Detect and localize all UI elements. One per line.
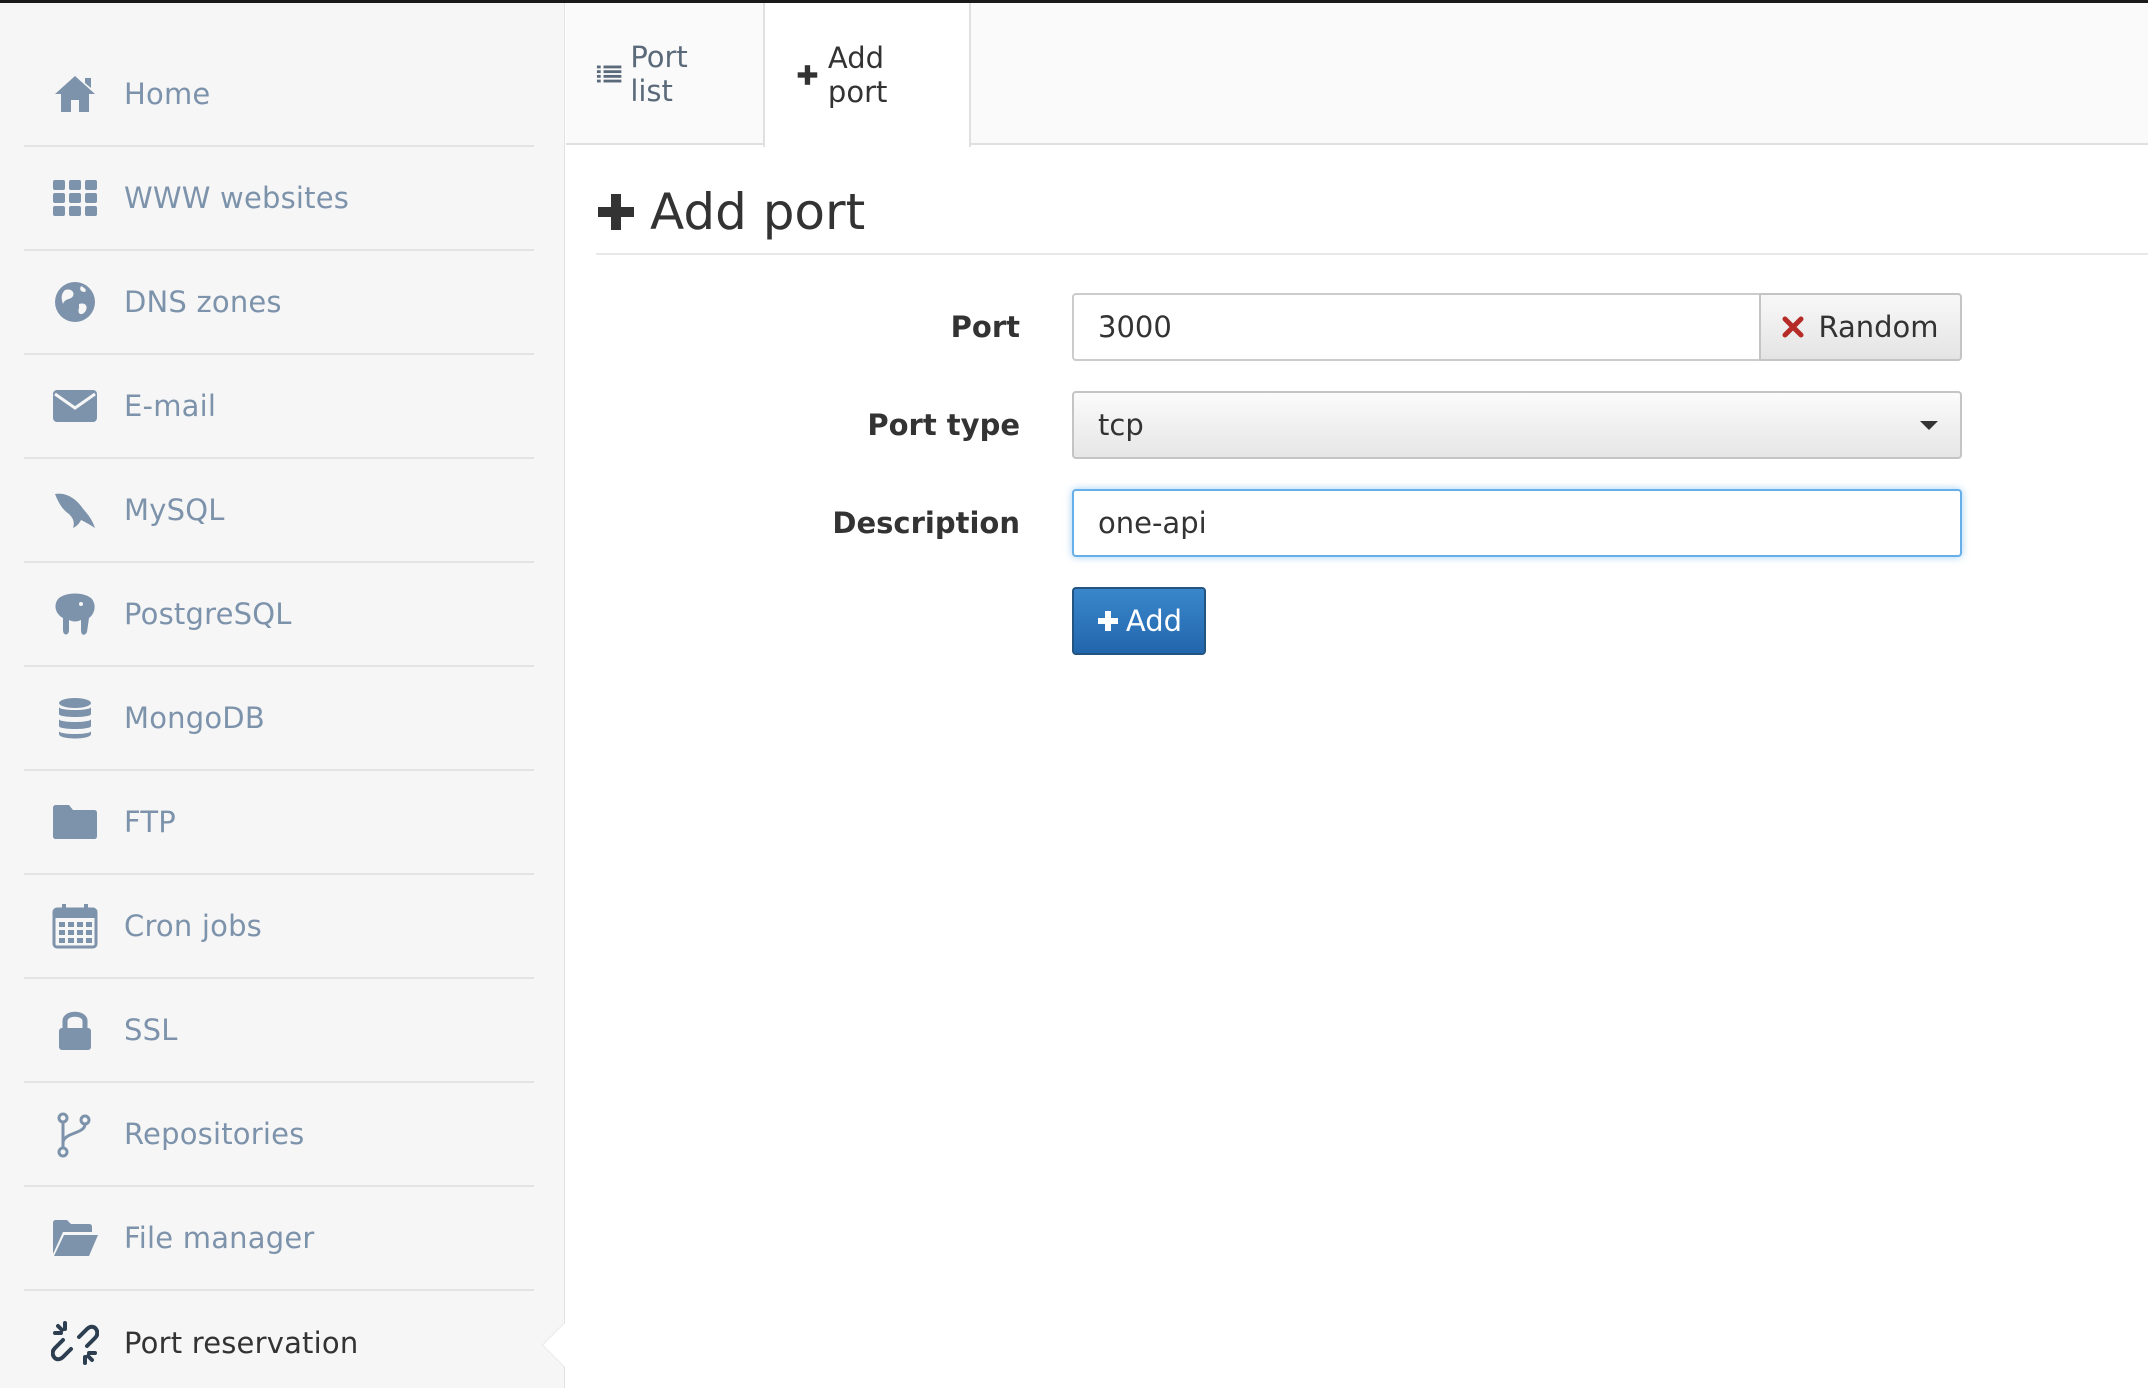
sidebar-item-cron-jobs[interactable]: Cron jobs [24, 875, 534, 979]
form-row-port-type: Port type tcp [566, 391, 2148, 459]
sidebar-item-file-manager[interactable]: File manager [24, 1187, 534, 1291]
active-indicator [543, 1323, 565, 1367]
sidebar-item-port-reservation[interactable]: Port reservation [24, 1291, 565, 1395]
divider [596, 253, 2148, 255]
sidebar-item-postgresql[interactable]: PostgreSQL [24, 563, 534, 667]
plus-icon [797, 65, 818, 85]
sidebar: Home WWW websites DNS zones E-mail MySQL… [0, 3, 565, 1388]
unlink-icon [48, 1316, 102, 1370]
tab-add-port[interactable]: Add port [763, 3, 971, 147]
database-icon [48, 691, 102, 745]
sidebar-item-label: SSL [124, 1013, 178, 1047]
port-type-value: tcp [1098, 408, 1144, 442]
folder-icon [48, 795, 102, 849]
main-content: Port list Add port Add port Port 3000 Ra… [566, 3, 2148, 1388]
add-button-label: Add [1125, 604, 1183, 638]
close-icon [1782, 316, 1804, 338]
lock-icon [48, 1003, 102, 1057]
envelope-icon [48, 379, 102, 433]
caret-down-icon [1920, 421, 1938, 430]
folder-open-icon [48, 1211, 102, 1265]
tab-label: Add port [827, 41, 888, 109]
random-button[interactable]: Random [1759, 293, 1962, 361]
sidebar-item-mongodb[interactable]: MongoDB [24, 667, 534, 771]
sidebar-item-label: Cron jobs [124, 909, 262, 943]
sidebar-item-label: MongoDB [124, 701, 265, 735]
sidebar-item-ftp[interactable]: FTP [24, 771, 534, 875]
calendar-icon [48, 899, 102, 953]
sidebar-item-label: PostgreSQL [124, 597, 292, 631]
sidebar-item-home[interactable]: Home [24, 43, 534, 147]
description-label: Description [832, 506, 1020, 540]
sidebar-item-ssl[interactable]: SSL [24, 979, 534, 1083]
tab-port-list[interactable]: Port list [566, 3, 763, 145]
sidebar-item-mysql[interactable]: MySQL [24, 459, 534, 563]
form-row-port: Port 3000 Random [566, 293, 2148, 361]
sidebar-item-label: MySQL [124, 493, 225, 527]
sidebar-item-label: Repositories [124, 1117, 305, 1151]
dolphin-icon [48, 483, 102, 537]
grid-icon [48, 171, 102, 225]
port-type-select[interactable]: tcp [1072, 391, 1962, 459]
sidebar-item-label: WWW websites [124, 181, 350, 215]
tab-label: Port list [630, 40, 688, 108]
plus-icon [598, 194, 634, 230]
sidebar-item-label: Port reservation [124, 1326, 359, 1360]
tab-bar: Port list Add port [566, 3, 2148, 147]
add-button[interactable]: Add [1072, 587, 1206, 655]
port-type-label: Port type [867, 408, 1020, 442]
sidebar-item-www-websites[interactable]: WWW websites [24, 147, 534, 251]
page-title-text: Add port [650, 183, 866, 241]
description-input[interactable]: one-api [1072, 489, 1962, 557]
branch-icon [48, 1107, 102, 1161]
port-input[interactable]: 3000 [1072, 293, 1762, 361]
globe-icon [48, 275, 102, 329]
sidebar-item-label: File manager [124, 1221, 315, 1255]
form-row-submit: Add [566, 587, 2148, 655]
sidebar-item-label: E-mail [124, 389, 217, 423]
sidebar-item-repositories[interactable]: Repositories [24, 1083, 534, 1187]
sidebar-item-label: Home [124, 77, 211, 111]
form-row-description: Description one-api [566, 489, 2148, 557]
sidebar-item-label: DNS zones [124, 285, 282, 319]
sidebar-item-label: FTP [124, 805, 176, 839]
plus-icon [1097, 611, 1118, 631]
elephant-icon [48, 587, 102, 641]
page-title: Add port [596, 183, 865, 241]
port-label: Port [950, 310, 1020, 344]
sidebar-nav: Home WWW websites DNS zones E-mail MySQL… [24, 43, 565, 1395]
sidebar-item-dns-zones[interactable]: DNS zones [24, 251, 534, 355]
sidebar-item-email[interactable]: E-mail [24, 355, 534, 459]
random-button-label: Random [1818, 310, 1939, 344]
home-icon [48, 67, 102, 121]
list-icon [596, 65, 622, 83]
